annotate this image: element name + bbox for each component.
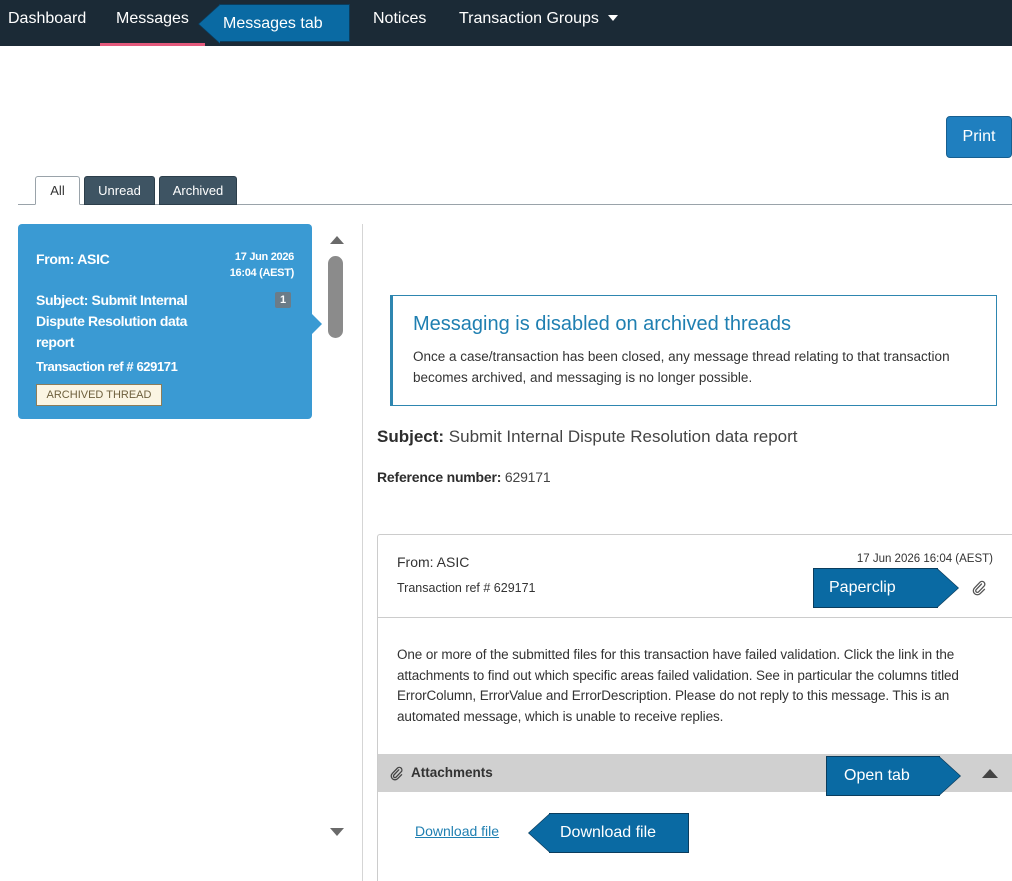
detail-reference-label: Reference number: <box>377 469 502 485</box>
message-date: 17 Jun 2026 16:04 (AEST) <box>856 553 993 565</box>
callout-download-file: Download file <box>528 813 689 853</box>
attachments-label: Attachments <box>411 765 493 780</box>
detail-subject-label: Subject: <box>377 427 445 446</box>
archived-notice: Messaging is disabled on archived thread… <box>390 295 997 406</box>
nav-transaction-groups[interactable]: Transaction Groups <box>459 0 618 46</box>
notice-title: Messaging is disabled on archived thread… <box>413 313 791 335</box>
print-button[interactable]: Print <box>946 116 1012 158</box>
thread-ref: Transaction ref # 629171 <box>36 359 178 374</box>
paperclip-icon[interactable] <box>972 580 986 596</box>
callout-messages-tab: Messages tab <box>198 4 350 44</box>
message-body: One or more of the submitted files for t… <box>397 647 959 724</box>
scrollbar-thumb[interactable] <box>328 256 343 338</box>
nav-messages[interactable]: Messages <box>100 0 205 46</box>
scroll-up-icon[interactable] <box>330 236 344 244</box>
nav-dashboard[interactable]: Dashboard <box>8 0 86 46</box>
pane-divider <box>362 224 363 881</box>
detail-reference-value: 629171 <box>504 469 551 485</box>
paperclip-icon <box>390 766 403 781</box>
nav-transaction-groups-label: Transaction Groups <box>459 10 599 27</box>
caret-down-icon <box>607 15 618 21</box>
callout-download-file-label: Download file <box>560 824 657 841</box>
nav-notices[interactable]: Notices <box>373 0 426 46</box>
callout-paperclip: Paperclip <box>813 568 959 608</box>
detail-subject-value: Submit Internal Dispute Resolution data … <box>448 427 798 446</box>
callout-open-tab: Open tab <box>826 756 961 796</box>
message-header-divider <box>378 617 1012 618</box>
message-ref: Transaction ref # 629171 <box>397 581 536 595</box>
thread-date-line1: 17 Jun 2026 <box>234 251 294 263</box>
message-from: From: ASIC <box>397 554 470 570</box>
notice-body: Once a case/transaction has been closed,… <box>413 349 950 385</box>
tab-archived[interactable]: Archived <box>159 176 237 205</box>
nav-messages-label: Messages <box>116 10 189 27</box>
callout-messages-tab-label: Messages tab <box>223 15 323 32</box>
thread-date: 17 Jun 2026 16:04 (AEST) <box>229 249 295 281</box>
archived-thread-badge: ARCHIVED THREAD <box>36 384 162 406</box>
scroll-down-icon[interactable] <box>330 828 344 836</box>
thread-subject: Subject: Submit Internal Dispute Resolut… <box>36 292 188 350</box>
thread-date-line2: 16:04 (AEST) <box>229 267 295 279</box>
tab-unread[interactable]: Unread <box>84 176 155 205</box>
top-nav: Dashboard Messages Notices Transaction G… <box>0 0 1012 46</box>
download-file-link[interactable]: Download file <box>415 823 499 839</box>
detail-subject: Subject: Submit Internal Dispute Resolut… <box>377 427 798 447</box>
thread-card[interactable]: From: ASIC 17 Jun 2026 16:04 (AEST) Subj… <box>18 224 322 419</box>
thread-from: From: ASIC <box>36 251 110 267</box>
chevron-up-icon[interactable] <box>982 769 998 778</box>
callout-open-tab-label: Open tab <box>844 767 910 784</box>
card-pointer <box>312 314 322 334</box>
tab-all[interactable]: All <box>35 176 80 205</box>
detail-reference: Reference number: 629171 <box>377 469 551 485</box>
callout-paperclip-label: Paperclip <box>829 579 896 596</box>
thread-count-badge: 1 <box>275 292 291 308</box>
